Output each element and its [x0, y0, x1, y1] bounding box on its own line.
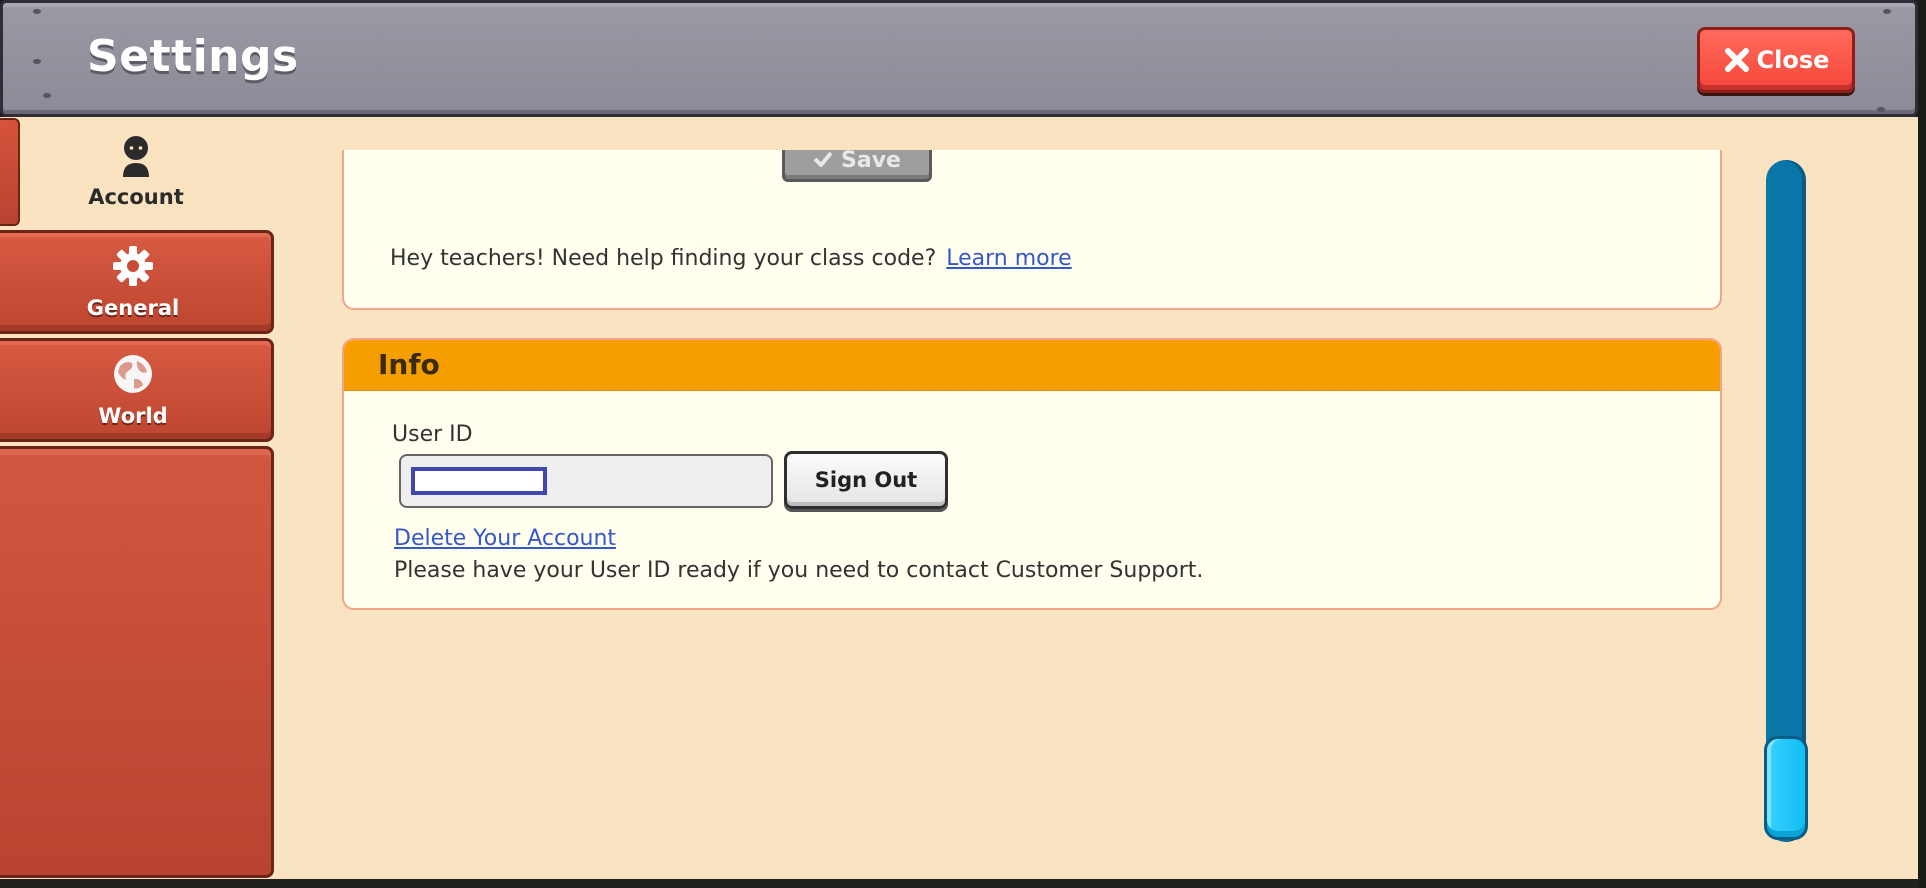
class-code-card: Save Hey teachers! Need help finding you…: [342, 150, 1722, 310]
person-icon: [119, 135, 153, 181]
rivet-decoration: [33, 9, 41, 14]
tab-label: World: [98, 404, 168, 428]
close-button[interactable]: Close: [1697, 27, 1855, 93]
close-button-label: Close: [1756, 46, 1830, 74]
delete-account-link[interactable]: Delete Your Account: [394, 526, 616, 551]
user-id-field[interactable]: [399, 454, 773, 508]
rivet-decoration: [33, 59, 41, 64]
settings-screen: Settings Close Account General World Sav…: [0, 0, 1926, 888]
rivet-decoration: [43, 93, 51, 98]
sign-out-button[interactable]: Sign Out: [784, 451, 948, 509]
rivet-decoration: [1883, 9, 1891, 14]
page-title: Settings: [87, 31, 299, 82]
save-button[interactable]: Save: [782, 150, 932, 182]
right-edge: [1918, 0, 1926, 888]
user-id-value[interactable]: [411, 467, 547, 495]
scrollbar-thumb[interactable]: [1764, 736, 1808, 840]
globe-icon: [110, 352, 156, 400]
info-card-header: Info: [344, 340, 1720, 391]
tab-label: Account: [88, 185, 184, 209]
settings-header: Settings Close: [0, 0, 1918, 117]
save-button-label: Save: [841, 150, 901, 173]
user-id-label: User ID: [392, 422, 473, 447]
teachers-help-label: Hey teachers! Need help finding your cla…: [390, 246, 937, 271]
rivet-decoration: [1877, 107, 1885, 112]
tab-label: General: [86, 296, 180, 320]
info-card-title: Info: [378, 348, 440, 381]
close-icon: [1723, 46, 1751, 74]
gear-icon: [108, 244, 158, 292]
tab-world[interactable]: World: [0, 338, 274, 442]
teachers-help-text: Hey teachers! Need help finding your cla…: [390, 246, 1072, 271]
learn-more-link[interactable]: Learn more: [946, 246, 1071, 271]
bottom-edge: [0, 879, 1926, 888]
tab-general[interactable]: General: [0, 230, 274, 334]
support-note: Please have your User ID ready if you ne…: [394, 558, 1204, 583]
check-icon: [813, 150, 833, 173]
tab-account[interactable]: Account: [0, 118, 272, 226]
info-card: Info User ID Sign Out Delete Your Accoun…: [342, 338, 1722, 610]
sidebar-background: [0, 446, 274, 878]
tab-notch-decoration: [0, 118, 20, 226]
